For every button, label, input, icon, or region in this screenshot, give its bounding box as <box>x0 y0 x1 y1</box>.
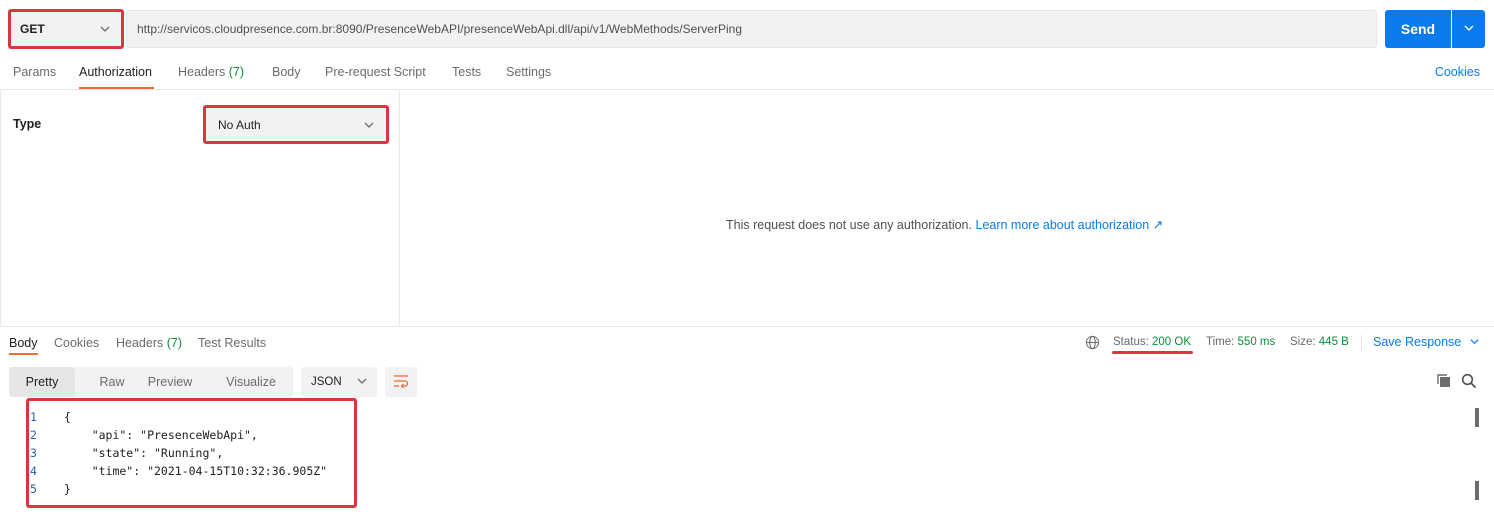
send-label: Send <box>1400 21 1436 37</box>
method-value: GET <box>20 22 45 36</box>
wrap-lines-button[interactable] <box>385 367 417 397</box>
view-raw-button[interactable]: Raw <box>79 367 145 397</box>
tab-params[interactable]: Params <box>13 65 56 79</box>
size-label: Size: <box>1290 336 1316 348</box>
url-text: http://servicos.cloudpresence.com.br:809… <box>137 22 742 36</box>
response-tab-cookies[interactable]: Cookies <box>54 336 99 350</box>
code-line: } <box>64 482 71 496</box>
view-pretty-button[interactable]: Pretty <box>9 367 75 397</box>
line-number: 4 <box>30 464 37 478</box>
response-size: Size: 445 B <box>1290 336 1349 348</box>
response-tab-headers-label: Headers <box>116 336 164 350</box>
auth-message: This request does not use any authorizat… <box>726 217 1163 232</box>
code-line: "state": "Running", <box>64 446 224 460</box>
learn-more-link[interactable]: Learn more about authorization ↗ <box>975 218 1163 232</box>
time-value: 550 ms <box>1237 336 1276 348</box>
tab-headers-label: Headers <box>178 65 226 79</box>
tab-headers[interactable]: Headers (7) <box>178 65 244 79</box>
auth-type-value: No Auth <box>218 117 261 132</box>
wrap-lines-icon <box>393 374 409 391</box>
time-label: Time: <box>1206 336 1235 348</box>
chevron-down-icon <box>356 375 368 390</box>
chevron-down-icon <box>363 119 375 134</box>
response-tab-test-results[interactable]: Test Results <box>198 336 266 350</box>
copy-icon[interactable] <box>1436 373 1452 392</box>
url-input[interactable]: http://servicos.cloudpresence.com.br:809… <box>126 10 1377 48</box>
auth-type-select[interactable]: No Auth <box>203 105 389 144</box>
method-select[interactable]: GET <box>8 9 124 49</box>
view-mode-switch: Pretty Raw Preview Visualize <box>9 367 293 397</box>
line-number: 1 <box>30 410 37 424</box>
cookies-link[interactable]: Cookies <box>1435 65 1480 79</box>
active-tab-indicator <box>79 87 154 89</box>
chevron-down-icon <box>1469 336 1480 350</box>
request-tabs: Params Authorization Headers (7) Body Pr… <box>0 56 1494 90</box>
code-line: "api": "PresenceWebApi", <box>64 428 258 442</box>
response-tab-body[interactable]: Body <box>9 336 38 350</box>
response-tabs: Body Cookies Headers (7) Test Results St… <box>0 327 1494 357</box>
tab-tests[interactable]: Tests <box>452 65 481 79</box>
response-tab-headers[interactable]: Headers (7) <box>116 336 182 350</box>
response-status: Status: 200 OK <box>1113 336 1191 348</box>
tab-headers-count: (7) <box>228 65 245 79</box>
divider <box>1361 335 1362 350</box>
view-preview-button[interactable]: Preview <box>139 367 201 397</box>
code-line: { <box>64 410 71 424</box>
chevron-down-icon <box>1463 22 1475 37</box>
tab-body[interactable]: Body <box>272 65 301 79</box>
send-button[interactable]: Send <box>1385 10 1451 48</box>
format-select[interactable]: JSON <box>301 367 377 397</box>
tab-prerequest-script[interactable]: Pre-request Script <box>325 65 426 79</box>
line-number: 3 <box>30 446 37 460</box>
save-response-button[interactable]: Save Response <box>1373 335 1480 350</box>
response-time: Time: 550 ms <box>1206 336 1275 348</box>
send-options-button[interactable] <box>1452 10 1485 48</box>
chevron-down-icon <box>99 23 111 38</box>
auth-message-text: This request does not use any authorizat… <box>726 218 972 232</box>
line-number: 5 <box>30 482 37 496</box>
code-line: "time": "2021-04-15T10:32:36.905Z" <box>64 464 328 478</box>
tab-authorization[interactable]: Authorization <box>79 65 152 79</box>
scrollbar-thumb[interactable] <box>1475 408 1479 427</box>
scrollbar-thumb[interactable] <box>1475 481 1479 500</box>
status-label: Status: <box>1113 336 1149 348</box>
status-value: 200 OK <box>1152 336 1192 348</box>
size-value: 445 B <box>1318 336 1349 348</box>
save-response-label: Save Response <box>1373 335 1462 349</box>
status-highlight <box>1112 351 1193 354</box>
tab-settings[interactable]: Settings <box>506 65 551 79</box>
format-value: JSON <box>311 376 342 388</box>
globe-icon[interactable] <box>1085 335 1100 353</box>
view-visualize-button[interactable]: Visualize <box>219 367 283 397</box>
response-tab-headers-count: (7) <box>166 336 183 350</box>
search-icon[interactable] <box>1461 373 1477 392</box>
auth-type-label: Type <box>13 117 42 131</box>
active-tab-indicator <box>9 353 38 355</box>
line-number: 2 <box>30 428 37 442</box>
